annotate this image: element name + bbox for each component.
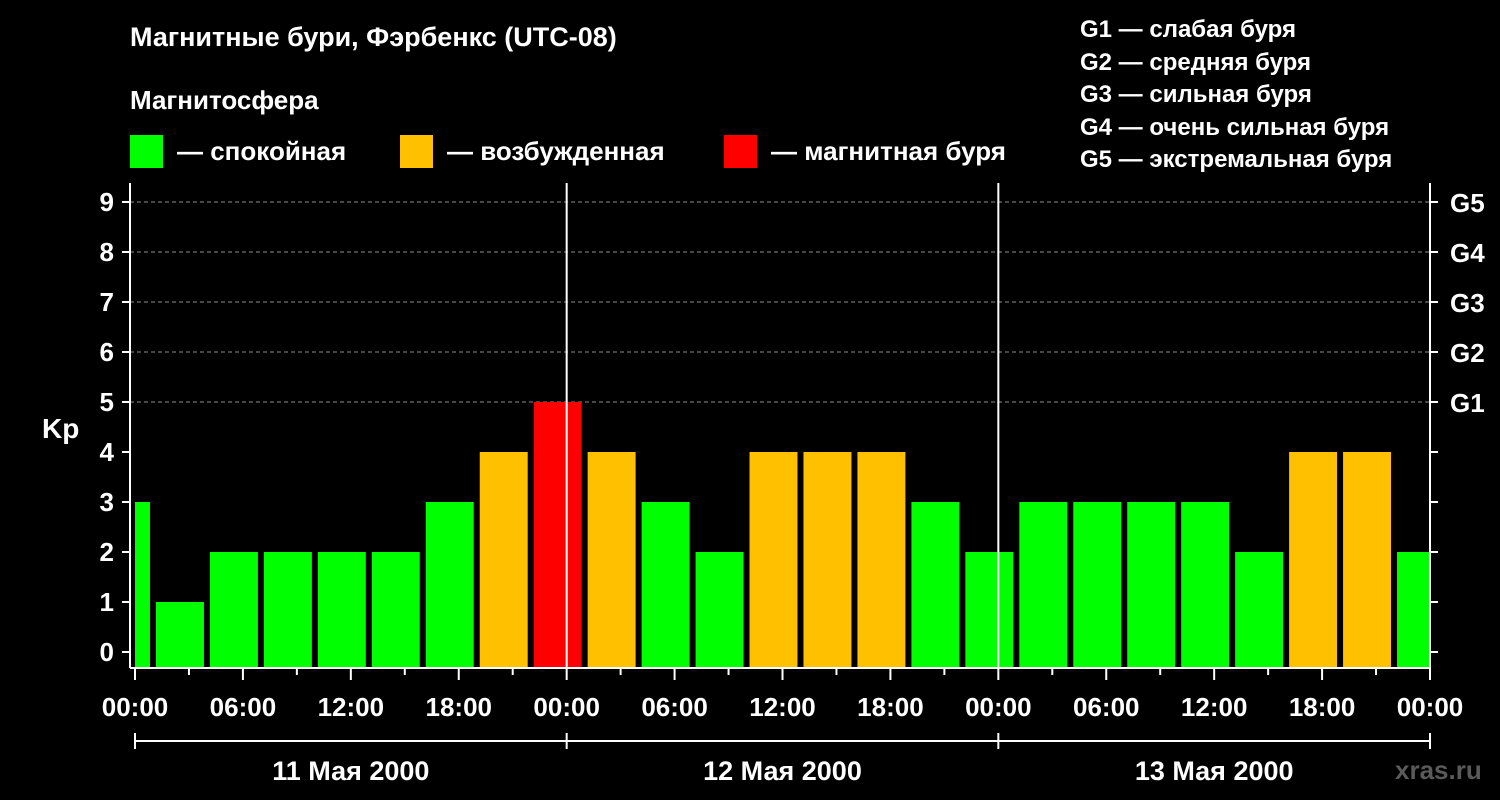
x-tick-label-12: 00:00 <box>1397 692 1464 722</box>
x-tick-label-9: 06:00 <box>1073 692 1140 722</box>
g-label-g1: G1 <box>1450 388 1485 418</box>
y-tick-label-2: 2 <box>100 537 114 567</box>
x-tick-label-8: 00:00 <box>965 692 1032 722</box>
kp-bar-10 <box>641 502 690 668</box>
g-label-g4: G4 <box>1450 238 1485 268</box>
day-label-0: 11 Мая 2000 <box>272 756 429 786</box>
kp-bar-6 <box>425 502 474 668</box>
kp-bar-17 <box>1019 502 1068 668</box>
kp-bar-13 <box>803 452 852 668</box>
y-tick-label-8: 8 <box>100 237 114 267</box>
day-label-2: 13 Мая 2000 <box>1135 756 1294 786</box>
kp-bar-5 <box>371 552 420 668</box>
kp-bar-1 <box>155 602 204 668</box>
kp-bar-chart: 0 1 2 3 4 5 6 7 8 9 Kp G1 G2 G3 G4 G5 00:00 06:00 12:00 18:… <box>42 183 1485 786</box>
x-tick-label-11: 18:00 <box>1289 692 1356 722</box>
g-label-g3: G3 <box>1450 288 1485 318</box>
y-tick-label-6: 6 <box>100 337 114 367</box>
x-tick-label-10: 12:00 <box>1181 692 1248 722</box>
watermark: xras.ru <box>1395 755 1482 785</box>
kp-bar-18 <box>1073 502 1122 668</box>
y-tick-label-5: 5 <box>100 387 114 417</box>
g-label-g2: G2 <box>1450 338 1485 368</box>
x-tick-label-6: 12:00 <box>749 692 816 722</box>
kp-bar-2 <box>209 552 258 668</box>
x-tick-label-3: 18:00 <box>426 692 493 722</box>
kp-bar-11 <box>695 552 744 668</box>
x-tick-label-2: 12:00 <box>318 692 385 722</box>
kp-bar-12 <box>749 452 798 668</box>
y-tick-label-0: 0 <box>100 637 114 667</box>
kp-bar-7 <box>479 452 528 668</box>
kp-bar-16 <box>965 552 1014 668</box>
kp-bar-19 <box>1127 502 1176 668</box>
kp-bar-23 <box>1343 452 1392 668</box>
x-tick-label-5: 06:00 <box>641 692 708 722</box>
x-tick-label-0: 00:00 <box>102 692 169 722</box>
x-tick-label-1: 06:00 <box>210 692 277 722</box>
kp-bar-22 <box>1289 452 1338 668</box>
y-tick-label-1: 1 <box>100 587 114 617</box>
x-tick-label-4: 00:00 <box>533 692 600 722</box>
kp-bar-24 <box>1397 552 1430 668</box>
g-label-g5: G5 <box>1450 188 1485 218</box>
kp-bar-14 <box>857 452 906 668</box>
kp-bar-21 <box>1235 552 1284 668</box>
y-tick-label-9: 9 <box>100 187 114 217</box>
day-label-1: 12 Мая 2000 <box>703 756 862 786</box>
kp-bar-0 <box>135 502 150 668</box>
kp-bar-8 <box>533 402 582 668</box>
kp-bar-9 <box>587 452 636 668</box>
y-tick-label-7: 7 <box>100 287 114 317</box>
x-tick-label-7: 18:00 <box>857 692 924 722</box>
y-tick-label-4: 4 <box>100 437 115 467</box>
kp-bar-4 <box>317 552 366 668</box>
kp-bar-15 <box>911 502 960 668</box>
y-axis-label: Kp <box>42 413 79 444</box>
kp-bar-3 <box>263 552 312 668</box>
kp-bar-20 <box>1181 502 1230 668</box>
y-tick-label-3: 3 <box>100 487 114 517</box>
